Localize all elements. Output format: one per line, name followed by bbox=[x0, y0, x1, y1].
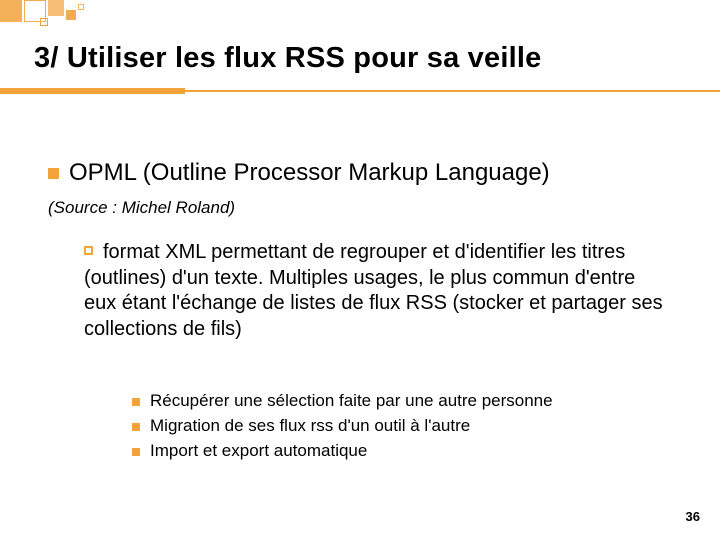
square-bullet-icon bbox=[48, 168, 59, 179]
list-item: Import et export automatique bbox=[132, 440, 672, 463]
bullet-level2: format XML permettant de regrouper et d'… bbox=[84, 240, 672, 342]
bullet-level1: OPML (Outline Processor Markup Language) bbox=[48, 158, 680, 188]
source-line: (Source : Michel Roland) bbox=[48, 198, 680, 218]
bullet-level1-text: OPML (Outline Processor Markup Language) bbox=[69, 159, 550, 186]
hollow-square-bullet-icon bbox=[84, 246, 93, 255]
list-item: Migration de ses flux rss d'un outil à l… bbox=[132, 415, 672, 438]
list-item-text: Récupérer une sélection faite par une au… bbox=[150, 391, 553, 410]
bullet-level2-text: format XML permettant de regrouper et d'… bbox=[84, 240, 672, 342]
square-bullet-icon bbox=[132, 423, 140, 431]
list-item-text: Import et export automatique bbox=[150, 441, 367, 460]
list-item: Récupérer une sélection faite par une au… bbox=[132, 390, 672, 413]
square-bullet-icon bbox=[132, 448, 140, 456]
bullet-level3-list: Récupérer une sélection faite par une au… bbox=[132, 390, 672, 465]
list-item-text: Migration de ses flux rss d'un outil à l… bbox=[150, 416, 470, 435]
title-underline bbox=[0, 90, 720, 92]
square-bullet-icon bbox=[132, 398, 140, 406]
slide-title: 3/ Utiliser les flux RSS pour sa veille bbox=[34, 42, 541, 75]
corner-decoration bbox=[0, 0, 720, 28]
page-number: 36 bbox=[686, 509, 700, 524]
